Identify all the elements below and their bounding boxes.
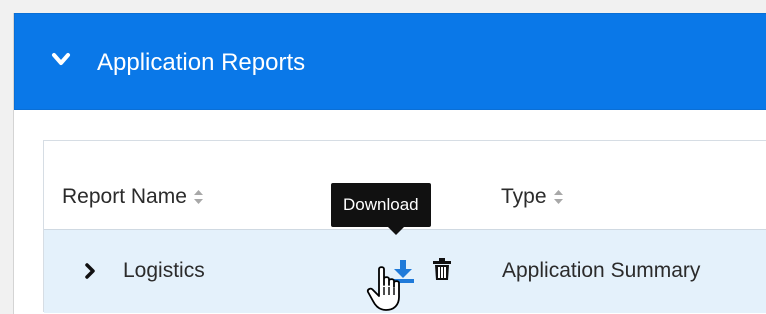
column-header-type[interactable]: Type [501,185,564,209]
tooltip-arrow [388,227,404,235]
download-tooltip: Download [331,183,431,227]
chevron-right-icon[interactable] [84,262,96,280]
hand-pointer-icon [366,266,400,311]
trash-icon[interactable] [432,257,452,281]
sort-icon [193,190,203,204]
panel-title: Application Reports [97,49,306,76]
column-header-report-name[interactable]: Report Name [62,185,204,209]
sort-icon [553,190,563,204]
application-reports-header[interactable]: Application Reports [14,13,766,110]
chevron-down-icon [52,53,70,65]
column-header-label: Type [501,185,547,208]
column-header-label: Report Name [62,185,187,208]
report-name-cell: Logistics [123,259,205,282]
report-type-cell: Application Summary [502,259,701,282]
